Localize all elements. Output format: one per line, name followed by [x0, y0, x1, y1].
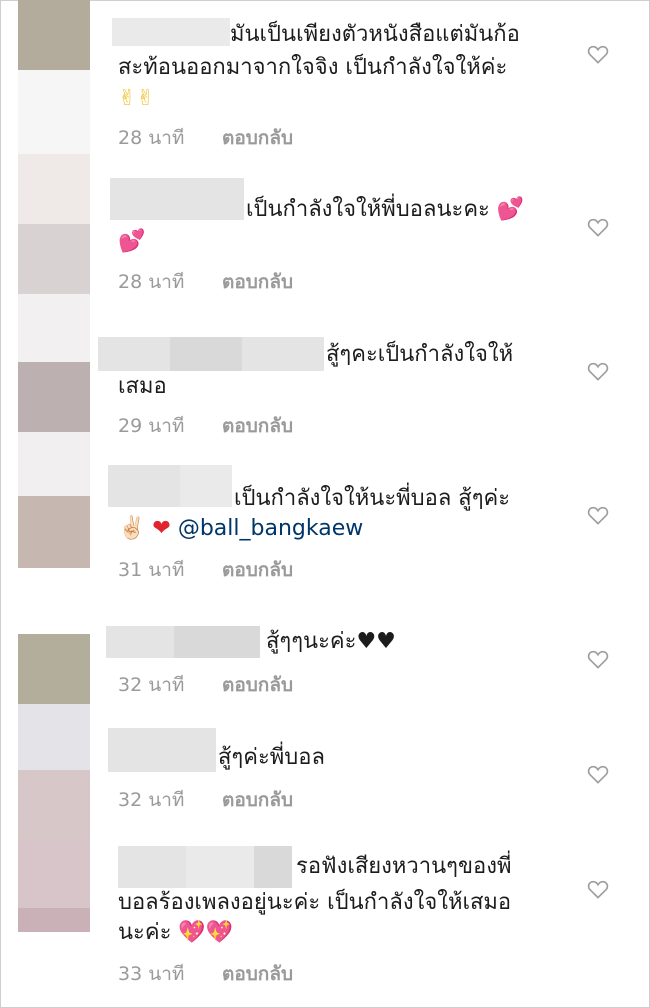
avatar-column — [18, 0, 90, 932]
timestamp: 29 นาที — [118, 415, 185, 437]
avatar[interactable] — [18, 770, 90, 840]
username-blurred[interactable] — [98, 337, 170, 371]
username-blurred[interactable] — [106, 626, 174, 658]
comment-meta: 29 นาที ตอบกลับ — [118, 411, 293, 441]
username-blurred[interactable] — [108, 465, 180, 507]
username-blurred[interactable] — [110, 178, 244, 220]
comment-text: เสมอ — [118, 374, 167, 399]
reply-button[interactable]: ตอบกลับ — [222, 415, 293, 437]
heart-outline-icon[interactable] — [587, 649, 609, 669]
username-blurred[interactable] — [170, 337, 242, 371]
comment-text: รอฟังเสียงหวานๆของพี่ — [296, 854, 512, 879]
comment-text: มันเป็นเพียงตัวหนังสือแต่มันก้อ — [230, 22, 520, 47]
username-blurred[interactable] — [108, 728, 216, 772]
heart-outline-icon[interactable] — [587, 217, 609, 237]
username-blurred[interactable] — [112, 18, 230, 46]
heart-outline-icon[interactable] — [587, 879, 609, 899]
heart-outline-icon[interactable] — [587, 361, 609, 381]
comment-meta: 32 นาที ตอบกลับ — [118, 670, 293, 700]
comment-text: สู้ๆๆนะค่ะ♥♥ — [266, 629, 396, 654]
hearts-emoji: 💕 — [496, 197, 525, 222]
comment-meta: 28 นาที ตอบกลับ — [118, 267, 293, 297]
comment-text: สู้ๆคะเป็นกำลังใจให้ — [326, 342, 514, 367]
reply-button[interactable]: ตอบกลับ — [222, 789, 293, 811]
comment-text: สะท้อนออกมาจากใจจิง เป็นกำลังใจให้ค่ะ — [118, 55, 508, 80]
username-blurred[interactable] — [254, 846, 292, 888]
heart-outline-icon[interactable] — [587, 764, 609, 784]
peace-emoji: ✌🏻 — [118, 516, 146, 541]
username-blurred[interactable] — [186, 846, 254, 888]
reply-button[interactable]: ตอบกลับ — [222, 674, 293, 696]
avatar[interactable] — [18, 0, 90, 70]
peace-emoji: ✌✌ — [118, 86, 155, 111]
comment-text: ✌🏻 ❤ @ball_bangkaew — [118, 512, 363, 546]
red-heart-emoji: ❤ — [152, 516, 171, 541]
username-blurred[interactable] — [180, 465, 232, 507]
username-blurred[interactable] — [118, 846, 186, 888]
comment-text: นะค่ะ 💖💖 — [118, 916, 233, 950]
heart-outline-icon[interactable] — [587, 44, 609, 64]
timestamp: 32 นาที — [118, 789, 185, 811]
comment-text: สู้ๆค่ะพี่บอล — [218, 745, 325, 770]
timestamp: 32 นาที — [118, 674, 185, 696]
timestamp: 31 นาที — [118, 559, 185, 581]
heart-outline-icon[interactable] — [587, 505, 609, 525]
reply-button[interactable]: ตอบกลับ — [222, 559, 293, 581]
timestamp: 33 นาที — [118, 963, 185, 985]
timestamp: 28 นาที — [118, 271, 185, 293]
sparkling-heart-emoji: 💖 — [205, 920, 234, 945]
avatar[interactable] — [18, 224, 90, 294]
comment-meta: 33 นาที ตอบกลับ — [118, 959, 293, 989]
avatar[interactable] — [18, 362, 90, 432]
sparkling-heart-emoji: 💖 — [178, 920, 206, 945]
avatar[interactable] — [18, 496, 90, 568]
comment-meta: 32 นาที ตอบกลับ — [118, 785, 293, 815]
username-blurred[interactable] — [174, 626, 260, 658]
comment-meta: 28 นาที ตอบกลับ — [118, 123, 293, 153]
comment-text: บอลร้องเพลงอยู่นะค่ะ เป็นกำลังใจให้เสมอ — [118, 890, 512, 915]
timestamp: 28 นาที — [118, 127, 185, 149]
reply-button[interactable]: ตอบกลับ — [222, 127, 293, 149]
comment-text: เป็นกำลังใจให้พี่บอลนะคะ 💕 — [246, 193, 524, 227]
avatar[interactable] — [18, 634, 90, 704]
comment-text: เป็นกำลังใจให้นะพี่บอล สู้ๆค่ะ — [234, 486, 511, 511]
reply-button[interactable]: ตอบกลับ — [222, 963, 293, 985]
reply-button[interactable]: ตอบกลับ — [222, 271, 293, 293]
hearts-emoji: 💕 — [118, 229, 146, 254]
mention-link[interactable]: @ball_bangkaew — [178, 516, 363, 541]
comment-meta: 31 นาที ตอบกลับ — [118, 555, 293, 585]
username-blurred[interactable] — [242, 337, 324, 371]
